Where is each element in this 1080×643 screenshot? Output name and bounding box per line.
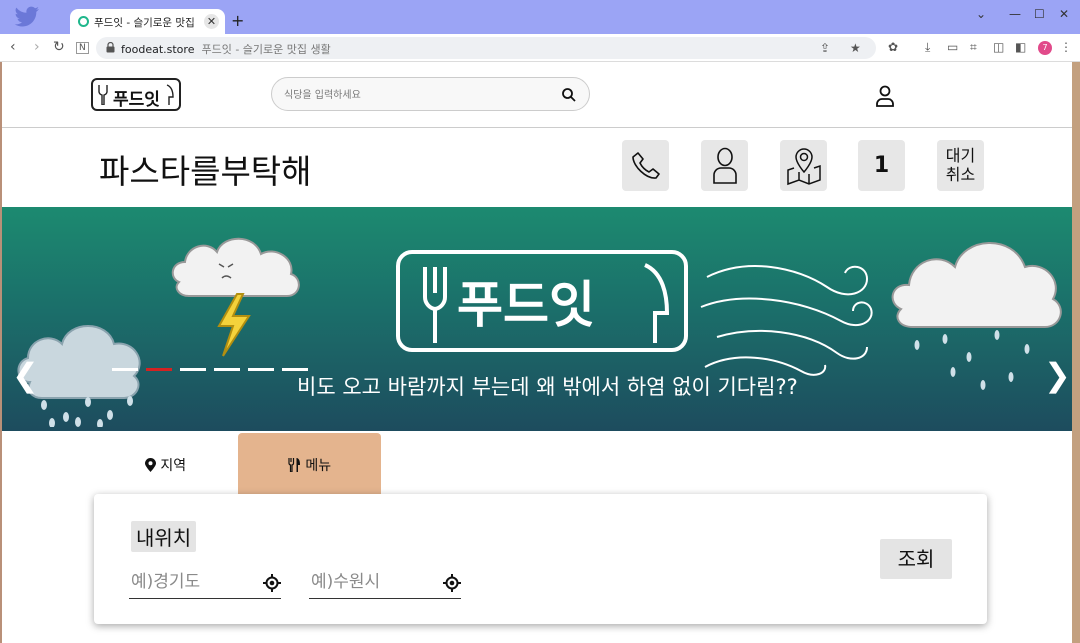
city-input[interactable] <box>311 569 431 595</box>
tab-menu-label: 메뉴 <box>305 458 332 474</box>
restaurant-search <box>271 77 590 111</box>
extension-icon[interactable]: ✿ <box>888 40 898 54</box>
slider-prev-button[interactable]: ❮ <box>12 356 39 394</box>
thunder-cloud-icon <box>171 237 300 357</box>
search-input[interactable] <box>284 86 544 104</box>
twitter-icon[interactable] <box>14 6 40 28</box>
slide-indicator[interactable] <box>248 368 274 371</box>
share-icon[interactable]: ⇪ <box>820 41 830 55</box>
slider-next-button[interactable]: ❯ <box>1044 356 1071 394</box>
city-field <box>309 569 461 599</box>
tab-region[interactable]: 지역 <box>94 433 237 495</box>
site-header: 푸드잇 <box>2 62 1078 128</box>
location-filter-card: 내위치 조회 <box>94 494 987 624</box>
banner-logo-text: 푸드잇 <box>457 276 595 334</box>
site-favicon-icon <box>78 16 89 27</box>
wind-icon <box>700 265 873 376</box>
download-icon[interactable]: ⤓ <box>925 40 930 54</box>
tab-search-icon[interactable]: ⌄ <box>976 7 986 21</box>
search-mode-tabs: 지역 메뉴 <box>2 433 1078 495</box>
lock-icon <box>106 42 115 53</box>
user-account-icon[interactable] <box>875 85 895 107</box>
waiting-count: 1 <box>858 140 905 191</box>
maximize-button[interactable]: ☐ <box>1034 7 1045 21</box>
browser-tab-active[interactable]: 푸드잇 - 슬기로운 맛집 생활 ✕ <box>70 9 225 34</box>
browser-tabstrip: 푸드잇 - 슬기로운 맛집 생활 ✕ + ⌄ — ☐ ✕ <box>0 0 1080 34</box>
fork-icon <box>98 85 108 105</box>
reader-icon[interactable]: N <box>76 42 89 54</box>
banner-caption: 비도 오고 바람까지 부는데 왜 밖에서 하염 없이 기다림?? <box>297 375 798 399</box>
web-page: 푸드잇 파스타를부탁해 <box>2 62 1078 643</box>
knife-icon <box>166 84 174 105</box>
forward-icon[interactable]: › <box>34 39 40 55</box>
reload-icon[interactable]: ↻ <box>53 39 65 55</box>
split-view-icon[interactable]: ◧ <box>1015 40 1026 54</box>
query-button[interactable]: 조회 <box>880 539 952 579</box>
crosshair-icon[interactable] <box>443 574 461 592</box>
slide-indicator[interactable] <box>112 368 138 371</box>
phone-icon <box>631 151 660 179</box>
profile-avatar[interactable]: 7 <box>1038 41 1052 55</box>
waiting-count-number: 1 <box>873 153 890 178</box>
tab-menu[interactable]: 메뉴 <box>238 433 381 495</box>
sidebar-icon[interactable]: ◫ <box>993 40 1004 54</box>
screenshot-icon[interactable]: ⌗ <box>970 40 977 54</box>
search-icon[interactable] <box>561 87 577 103</box>
site-logo[interactable]: 푸드잇 <box>91 78 181 111</box>
province-field <box>129 569 281 599</box>
crosshair-icon[interactable] <box>263 574 281 592</box>
cancel-label-line2: 취소 <box>945 165 976 184</box>
tab-title: 푸드잇 - 슬기로운 맛집 생활 <box>94 17 194 29</box>
slide-indicator[interactable] <box>214 368 240 371</box>
bookmark-star-icon[interactable]: ★ <box>850 41 861 55</box>
map-pin-icon <box>144 458 156 476</box>
browser-toolbar: ‹ › ↻ N foodeat.store 푸드잇 - 슬기로운 맛집 생활 ⇪… <box>0 34 1080 62</box>
person-icon <box>712 147 737 184</box>
tab-close-icon[interactable]: ✕ <box>204 14 219 29</box>
store-bar: 파스타를부탁해 1 대기 취소 <box>2 129 1078 207</box>
more-menu-icon[interactable]: ⋮ <box>1060 40 1072 54</box>
slider-indicators <box>112 368 312 372</box>
store-name: 파스타를부탁해 <box>99 152 312 191</box>
cancel-waiting-button[interactable]: 대기 취소 <box>937 140 984 191</box>
hero-banner: 푸드잇 비도 오고 바람까지 부는데 왜 밖에서 하염 없이 기다림?? ❮ ❯ <box>2 207 1078 431</box>
map-button[interactable] <box>780 140 827 191</box>
utensils-icon <box>288 458 301 476</box>
back-icon[interactable]: ‹ <box>10 39 16 55</box>
province-input[interactable] <box>131 569 251 595</box>
url-text: foodeat.store 푸드잇 - 슬기로운 맛집 생활 <box>121 43 331 56</box>
my-location-button[interactable]: 내위치 <box>131 521 197 552</box>
minimize-button[interactable]: — <box>1009 7 1021 21</box>
close-window-button[interactable]: ✕ <box>1059 7 1069 21</box>
call-button[interactable] <box>622 140 669 191</box>
page-scrollbar[interactable] <box>1072 62 1080 643</box>
right-cloud-icon <box>891 242 1062 390</box>
new-tab-button[interactable]: + <box>231 12 244 30</box>
cast-icon[interactable]: ▭ <box>947 40 958 54</box>
map-location-icon <box>786 147 821 185</box>
slide-indicator[interactable] <box>180 368 206 371</box>
profile-button[interactable] <box>701 140 748 191</box>
address-bar[interactable]: foodeat.store 푸드잇 - 슬기로운 맛집 생활 ⇪ ★ <box>96 37 876 59</box>
slide-indicator-active[interactable] <box>146 368 172 371</box>
tab-region-label: 지역 <box>160 458 187 474</box>
cancel-label-line1: 대기 <box>945 146 976 165</box>
